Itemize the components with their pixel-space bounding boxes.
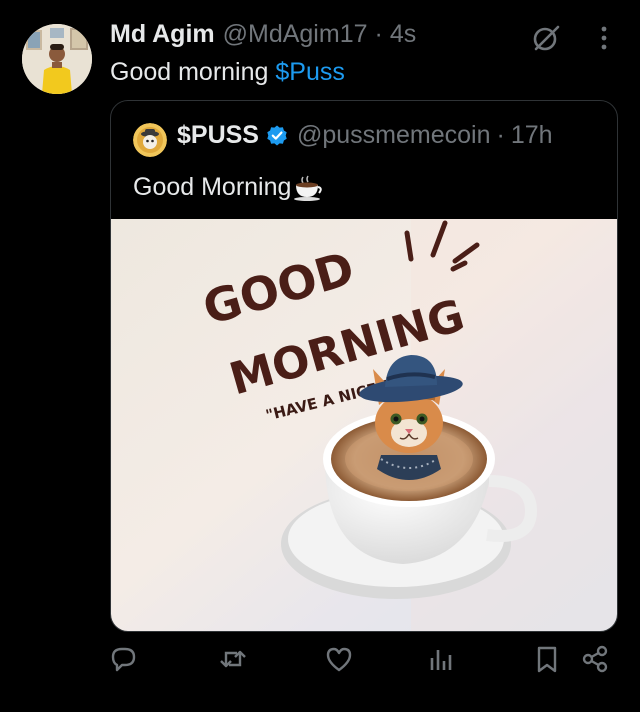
quoted-media-image[interactable]: GOOD MORNING "HAVE A NICE DAY" — [111, 219, 618, 632]
author-avatar[interactable] — [22, 24, 92, 94]
share-icon[interactable] — [580, 644, 610, 674]
bookmark-icon[interactable] — [532, 644, 562, 674]
cashtag-link[interactable]: $Puss — [275, 58, 344, 86]
quoted-text: Good Morning — [133, 173, 323, 202]
quoted-tweet[interactable]: $PUSS @pussmemecoin · 17h Good Morning G… — [110, 100, 618, 632]
retweet-icon[interactable] — [218, 644, 248, 674]
quoted-author-handle[interactable]: @pussmemecoin — [297, 121, 491, 150]
tweet-text: Good morning $Puss — [110, 58, 345, 87]
header-separator: · — [374, 20, 383, 48]
quoted-header: $PUSS @pussmemecoin · 17h — [177, 121, 553, 150]
grok-icon[interactable] — [530, 22, 562, 54]
views-icon[interactable] — [426, 644, 456, 674]
like-icon[interactable] — [324, 644, 354, 674]
quoted-author-avatar[interactable] — [133, 123, 167, 157]
tweet-header: Md Agim @MdAgim17 · 4s — [110, 20, 416, 49]
more-icon[interactable] — [592, 24, 616, 52]
quoted-time[interactable]: 17h — [511, 121, 553, 150]
verified-badge-icon — [267, 125, 287, 145]
quoted-header-separator: · — [496, 121, 505, 149]
author-handle[interactable]: @MdAgim17 — [223, 20, 368, 49]
quoted-text-body: Good Morning — [133, 173, 292, 201]
quoted-author-name[interactable]: $PUSS — [177, 121, 259, 150]
tweet-text-plain: Good morning — [110, 58, 276, 86]
action-bar — [0, 644, 640, 684]
reply-icon[interactable] — [108, 644, 138, 674]
coffee-emoji-icon — [294, 175, 323, 201]
tweet-time[interactable]: 4s — [390, 20, 416, 49]
author-name[interactable]: Md Agim — [110, 20, 215, 49]
